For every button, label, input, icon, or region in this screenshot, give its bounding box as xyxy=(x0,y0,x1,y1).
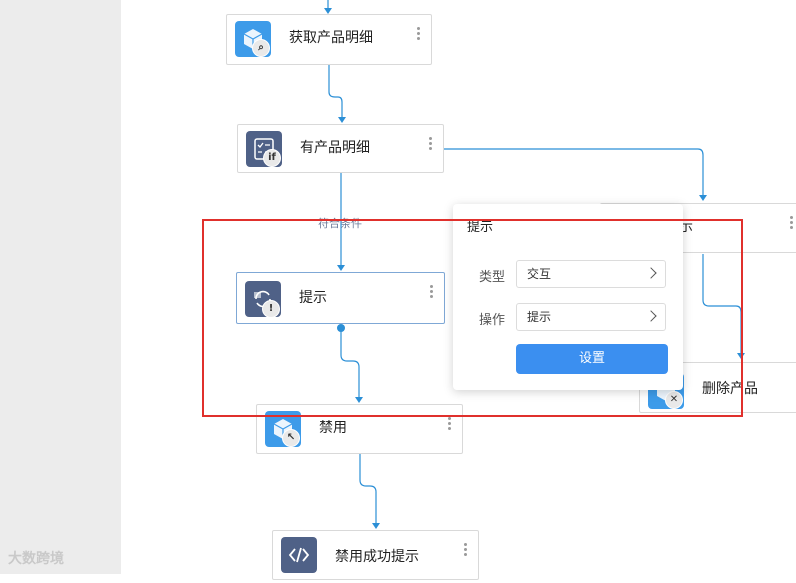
node-label: 有产品明细 xyxy=(300,140,370,156)
node-label: 禁用成功提示 xyxy=(335,549,419,565)
more-options-icon[interactable] xyxy=(790,214,794,231)
watermark: 大数跨境 xyxy=(8,551,64,567)
more-options-icon[interactable] xyxy=(417,25,421,42)
more-options-icon[interactable] xyxy=(464,541,468,558)
node-has-product-detail[interactable]: if 有产品明细 xyxy=(237,124,444,173)
node-disable-success-tip[interactable]: 禁用成功提示 xyxy=(272,530,479,580)
cursor-badge-icon: ↖ xyxy=(282,429,300,447)
if-badge-icon: if xyxy=(263,149,281,167)
search-badge-icon: ⌕ xyxy=(252,39,270,57)
highlight-box xyxy=(202,219,743,417)
node-get-product-detail[interactable]: ⌕ 获取产品明细 xyxy=(226,14,432,65)
more-options-icon[interactable] xyxy=(429,135,433,152)
more-options-icon[interactable] xyxy=(448,415,452,432)
node-label: 获取产品明细 xyxy=(289,30,373,46)
code-icon xyxy=(281,537,317,573)
